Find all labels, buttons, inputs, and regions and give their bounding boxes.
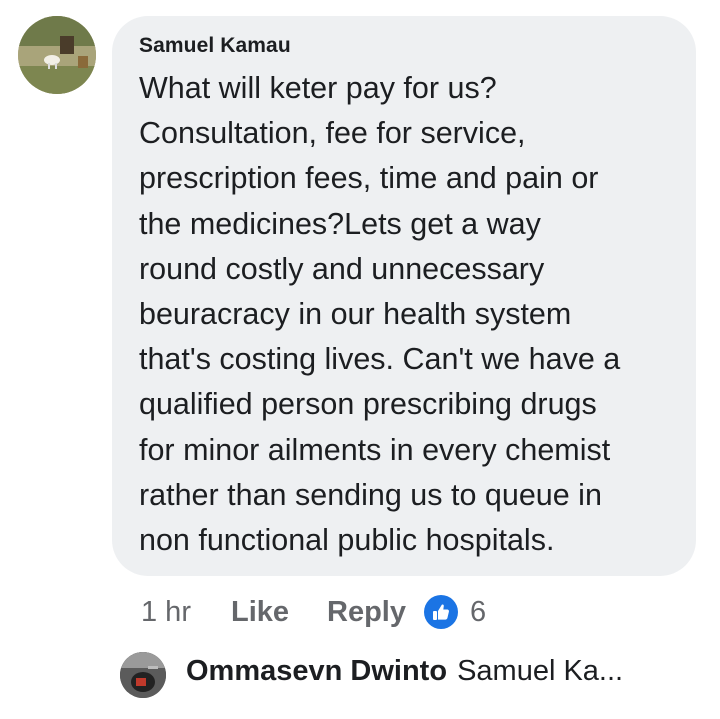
like-button[interactable]: Like (231, 596, 289, 629)
comment-line: What will keter pay for us? (139, 71, 497, 105)
comment-line: for minor ailments in every chemist (139, 432, 611, 467)
avatar-photo (18, 16, 96, 94)
reply-avatar[interactable] (120, 652, 166, 698)
reaction-count: 6 (470, 595, 487, 628)
comment-author-name[interactable]: Samuel Kamau (139, 34, 291, 58)
comment-thread: Samuel Kamau What will keter pay for us?… (0, 0, 720, 719)
reply-preview-row[interactable]: Ommasevn Dwinto Samuel Ka... (186, 655, 623, 688)
comment-actions: 1 hr Like Reply 6 (141, 594, 486, 630)
like-thumb-icon (424, 595, 458, 629)
reply-author-name[interactable]: Ommasevn Dwinto (186, 655, 447, 687)
comment-line: the medicines?Lets get a way (139, 206, 541, 241)
comment-timestamp[interactable]: 1 hr (141, 596, 191, 629)
comment-line: rather than sending us to queue in (139, 477, 602, 512)
comment-line: prescription fees, time and pain or (139, 161, 599, 196)
comment-line: qualified person prescribing drugs (139, 387, 597, 422)
comment-line: that's costing lives. Can't we have a (139, 342, 621, 377)
comment-line: Consultation, fee for service, (139, 116, 526, 151)
reply-button[interactable]: Reply (327, 596, 406, 629)
reply-avatar-photo (120, 652, 166, 698)
comment-line: non functional public hospitals. (139, 523, 555, 558)
reply-preview-text: Samuel Ka... (457, 655, 624, 687)
reaction-summary[interactable]: 6 (424, 595, 486, 629)
comment-line: beuracracy in our health system (139, 297, 572, 332)
comment-text: What will keter pay for us? Consultation… (139, 66, 689, 563)
comment-line: round costly and unnecessary (139, 251, 545, 286)
commenter-avatar[interactable] (18, 16, 96, 94)
